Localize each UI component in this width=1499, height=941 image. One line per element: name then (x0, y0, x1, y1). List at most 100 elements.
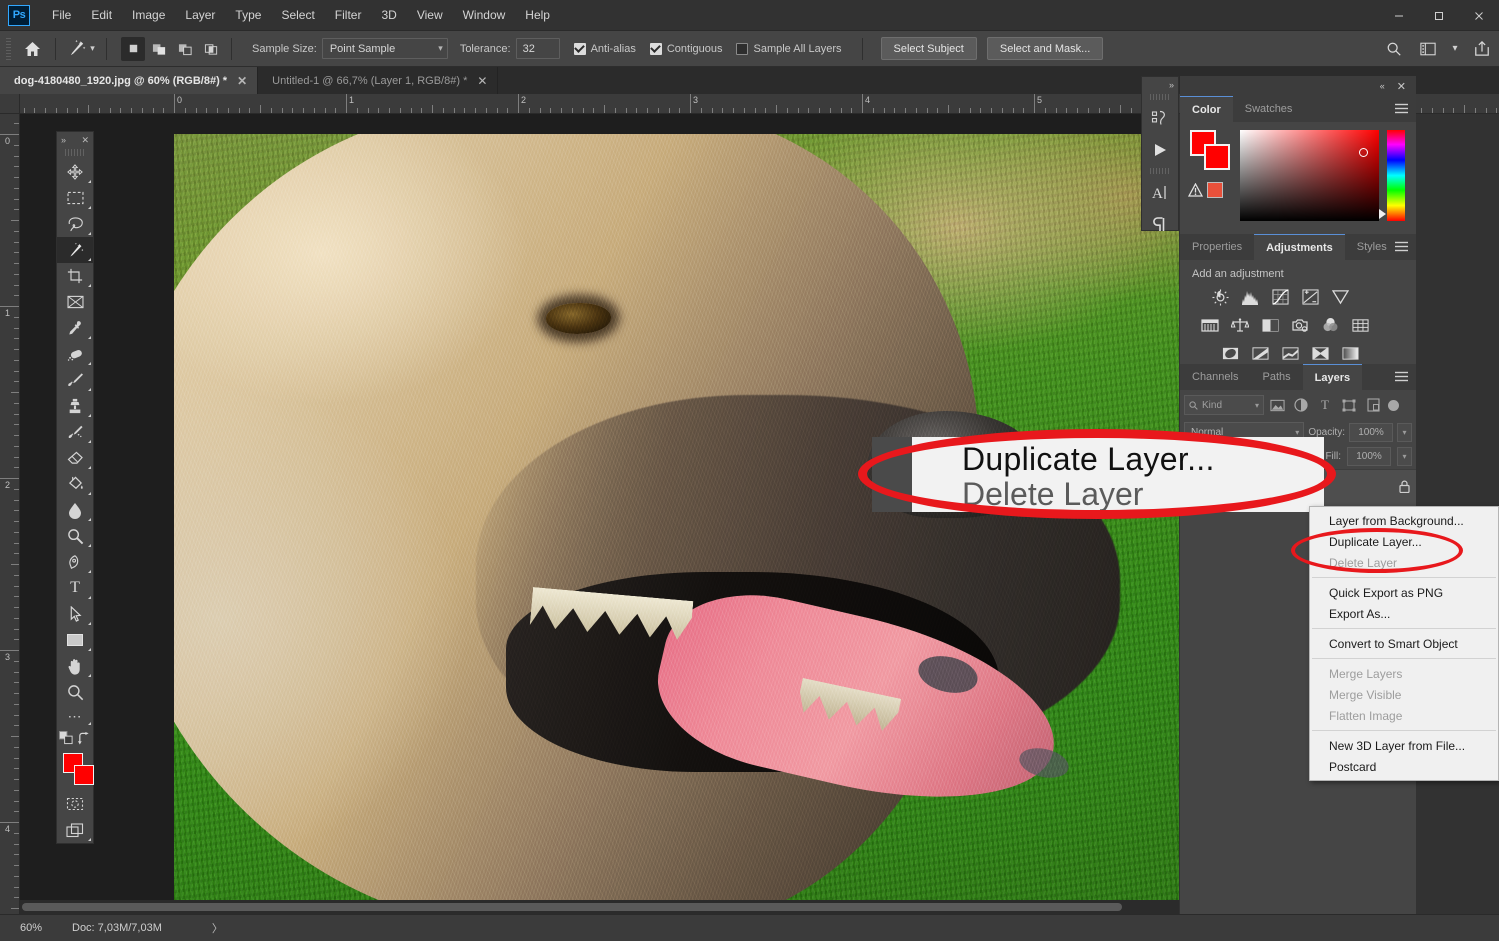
menu-select[interactable]: Select (271, 4, 324, 26)
menu-3d[interactable]: 3D (371, 4, 406, 26)
active-tool-icon-magic-wand[interactable]: ▾ (64, 35, 98, 63)
document-tab-dog[interactable]: dog-4180480_1920.jpg @ 60% (RGB/8#) * ✕ (0, 67, 259, 94)
gradient-map-icon[interactable] (1338, 342, 1362, 364)
workspace-switcher-icon[interactable] (1411, 34, 1445, 64)
tool-rectangle[interactable] (57, 627, 93, 653)
paragraph-icon[interactable] (1142, 208, 1178, 240)
color-lookup-icon[interactable] (1348, 314, 1372, 336)
adjustment-layer-filter-icon[interactable] (1290, 395, 1312, 415)
canvas-area[interactable] (20, 114, 1179, 914)
menu-image[interactable]: Image (122, 4, 175, 26)
tool-blur[interactable] (57, 497, 93, 523)
invert-icon[interactable] (1218, 342, 1242, 364)
swap-colors-icon[interactable] (77, 731, 91, 745)
chevron-down-icon[interactable]: ▾ (1445, 34, 1465, 64)
tool-zoom[interactable] (57, 679, 93, 705)
collapsed-panel-grip[interactable] (1150, 94, 1170, 100)
menu-layer[interactable]: Layer (175, 4, 225, 26)
tool-hand[interactable] (57, 653, 93, 679)
tool-paint-bucket[interactable] (57, 471, 93, 497)
photo-filter-icon[interactable] (1288, 314, 1312, 336)
menu-type[interactable]: Type (225, 4, 271, 26)
brightness-contrast-icon[interactable] (1208, 286, 1232, 308)
context-menu-item-duplicate-layer[interactable]: Duplicate Layer... (1310, 531, 1498, 552)
menu-edit[interactable]: Edit (81, 4, 122, 26)
posterize-icon[interactable] (1248, 342, 1272, 364)
color-swatches[interactable] (57, 751, 94, 791)
saturation-value-field[interactable] (1240, 130, 1379, 221)
context-menu-item-new-3d-layer-from-file[interactable]: New 3D Layer from File... (1310, 735, 1498, 756)
context-menu-item-convert-to-smart-object[interactable]: Convert to Smart Object (1310, 633, 1498, 654)
tool-eraser[interactable] (57, 445, 93, 471)
gamut-warning-swatch[interactable] (1207, 182, 1223, 198)
close-icon[interactable]: ✕ (237, 75, 247, 87)
tab-styles[interactable]: Styles (1344, 234, 1399, 260)
color-balance-icon[interactable] (1228, 314, 1252, 336)
threshold-icon[interactable] (1278, 342, 1302, 364)
anti-alias-checkbox[interactable]: Anti-alias (573, 42, 636, 55)
close-button[interactable] (1459, 0, 1499, 31)
context-menu-item-export-as[interactable]: Export As... (1310, 603, 1498, 624)
canvas-horizontal-scrollbar[interactable] (20, 900, 1179, 914)
layer-filter-kind-select[interactable]: Kind ▾ (1184, 395, 1264, 415)
context-menu-item-quick-export-png[interactable]: Quick Export as PNG (1310, 582, 1498, 603)
edit-toolbar-button[interactable]: ⋯ (57, 705, 93, 727)
options-bar-grip[interactable] (6, 37, 11, 60)
tool-spot-healing-brush[interactable] (57, 341, 93, 367)
minimize-button[interactable] (1379, 0, 1419, 31)
document-tab-untitled[interactable]: Untitled-1 @ 66,7% (Layer 1, RGB/8#) * ✕ (258, 67, 499, 94)
tab-layers[interactable]: Layers (1302, 364, 1363, 390)
sample-all-layers-checkbox[interactable]: Sample All Layers (736, 42, 842, 55)
select-and-mask-button[interactable]: Select and Mask... (986, 37, 1104, 60)
layers-panel-menu-icon[interactable] (1395, 371, 1408, 385)
tab-swatches[interactable]: Swatches (1232, 96, 1305, 122)
curves-icon[interactable] (1268, 286, 1292, 308)
hue-slider-thumb[interactable] (1379, 209, 1386, 219)
selective-color-icon[interactable] (1308, 342, 1332, 364)
share-icon[interactable] (1465, 34, 1499, 64)
maximize-button[interactable] (1419, 0, 1459, 31)
pixel-layer-filter-icon[interactable] (1266, 395, 1288, 415)
fill-stepper[interactable]: ▾ (1397, 447, 1412, 466)
menu-help[interactable]: Help (515, 4, 560, 26)
menu-window[interactable]: Window (453, 4, 516, 26)
context-menu-item-layer-from-background[interactable]: Layer from Background... (1310, 510, 1498, 531)
history-icon[interactable] (1142, 102, 1178, 134)
tool-move[interactable] (57, 159, 93, 185)
tool-horizontal-type[interactable]: T (57, 575, 93, 601)
collapse-icon[interactable]: » (61, 135, 66, 145)
levels-icon[interactable] (1238, 286, 1262, 308)
tools-panel-grip[interactable] (65, 149, 85, 156)
quick-mask-mode-button[interactable] (57, 791, 93, 817)
tool-lasso[interactable] (57, 211, 93, 237)
out-of-gamut-warning[interactable] (1188, 182, 1223, 198)
vibrance-icon[interactable] (1328, 286, 1352, 308)
shape-layer-filter-icon[interactable] (1338, 395, 1360, 415)
zoom-level-field[interactable]: 60% (0, 922, 62, 934)
collapsed-panel-expand[interactable]: » (1142, 77, 1178, 92)
screen-mode-button[interactable] (57, 817, 93, 843)
filter-toggle-switch[interactable] (1388, 399, 1399, 411)
background-color-chip[interactable] (1204, 144, 1230, 170)
exposure-icon[interactable] (1298, 286, 1322, 308)
tool-eyedropper[interactable] (57, 315, 93, 341)
subtract-from-selection-button[interactable] (173, 37, 197, 61)
menu-file[interactable]: File (42, 4, 81, 26)
smart-object-filter-icon[interactable] (1362, 395, 1384, 415)
type-layer-filter-icon[interactable]: T (1314, 395, 1336, 415)
intersect-with-selection-button[interactable] (199, 37, 223, 61)
select-subject-button[interactable]: Select Subject (880, 37, 977, 60)
tool-dodge[interactable] (57, 523, 93, 549)
document-image[interactable] (174, 134, 1179, 903)
contiguous-checkbox[interactable]: Contiguous (649, 42, 722, 55)
color-panel-menu-icon[interactable] (1395, 103, 1408, 117)
new-selection-button[interactable] (121, 36, 145, 61)
collapsed-panel-grip-2[interactable] (1150, 168, 1170, 174)
black-white-icon[interactable] (1258, 314, 1282, 336)
tolerance-input[interactable]: 32 (515, 38, 560, 59)
character-icon[interactable]: A (1142, 176, 1178, 208)
tab-channels[interactable]: Channels (1180, 364, 1251, 390)
sample-size-select[interactable]: Point Sample ▾ (321, 38, 448, 59)
context-menu-item-postcard[interactable]: Postcard (1310, 756, 1498, 777)
default-colors-icon[interactable] (58, 731, 74, 745)
